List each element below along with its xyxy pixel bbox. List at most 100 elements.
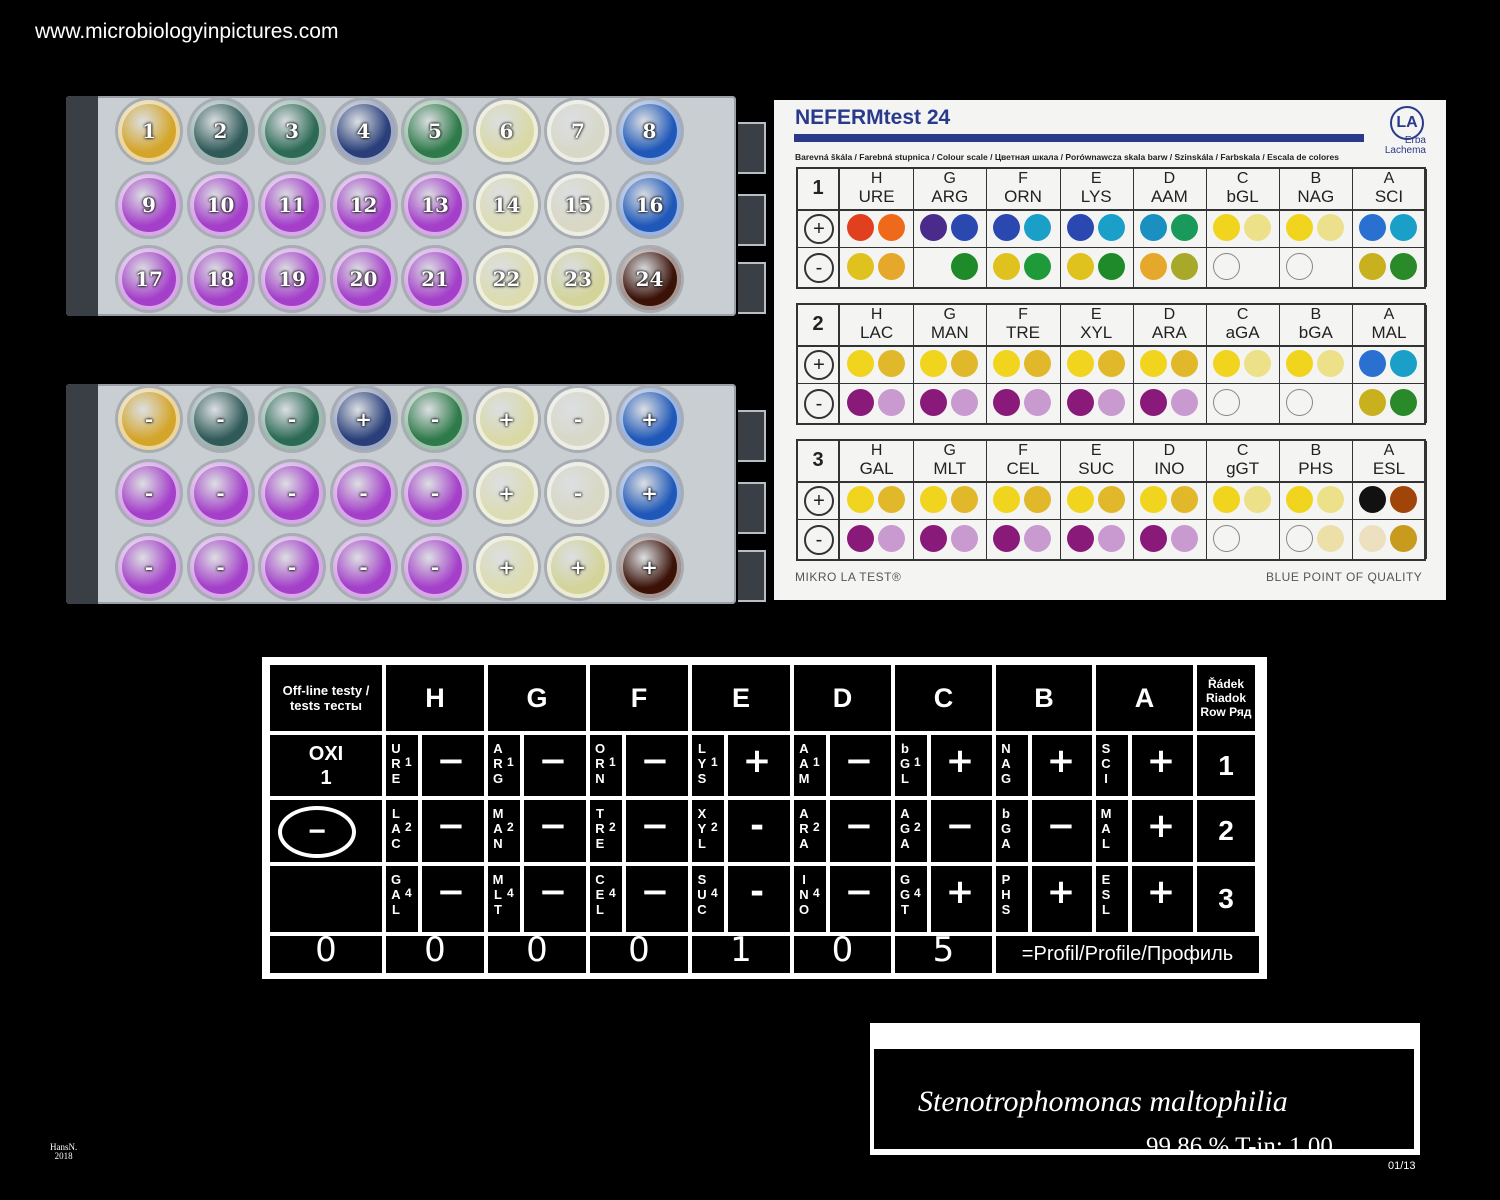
test-result-cell: A R G 1 − — [488, 735, 586, 796]
positive-colour-dot — [1244, 350, 1271, 377]
test-well: - — [547, 388, 609, 450]
test-well: 10 — [189, 174, 252, 236]
colour-test-column: A ESL — [1352, 441, 1427, 559]
well-label: 17 — [135, 267, 163, 291]
well-label: 1 — [142, 119, 156, 143]
test-abbreviation: U R E — [391, 741, 401, 786]
plate-strip — [66, 384, 98, 604]
test-well: - — [118, 462, 180, 524]
test-result-cell: X Y L 2 - — [692, 800, 790, 862]
test-well: 8 — [618, 100, 681, 162]
empty-colour-dot — [1213, 389, 1240, 416]
negative-colour-dot — [1066, 389, 1094, 416]
identified-species: Stenotrophomonas maltophilia — [918, 1085, 1288, 1118]
plate-tabs — [736, 96, 766, 316]
well-label: 13 — [421, 193, 449, 217]
test-abbreviation: L A C — [391, 806, 401, 851]
row-number-cell: 3 — [1197, 866, 1255, 932]
row-number-cell: 2 — [1197, 800, 1255, 862]
well-label: - — [216, 555, 225, 579]
positive-colour-dot — [1097, 214, 1125, 241]
author-signature: HansN. 2018 — [50, 1142, 78, 1161]
handwritten-result: − — [538, 872, 568, 912]
test-row-weight: 4 — [405, 886, 412, 900]
plate-strip — [66, 96, 98, 316]
profile-digit-cell: 0 — [270, 930, 382, 973]
test-letter: A — [1383, 170, 1395, 187]
test-abbreviation: S C I — [1101, 741, 1111, 786]
positive-colour-dot — [951, 350, 979, 377]
test-row-weight: 1 — [711, 755, 718, 769]
test-row-weight: 4 — [813, 886, 820, 900]
test-well: - — [118, 388, 180, 450]
test-result-cell: b G A − — [996, 800, 1092, 862]
colour-test-column: B NAG — [1279, 169, 1354, 287]
positive-colour-dot — [1170, 214, 1198, 241]
positive-colour-dot — [878, 350, 905, 377]
negative-colour-dot — [1170, 389, 1198, 416]
cell-divider — [826, 866, 830, 932]
test-well: 5 — [404, 100, 466, 162]
minus-symbol: - — [804, 525, 834, 555]
negative-colour-dot — [878, 253, 905, 280]
test-row-weight: 1 — [609, 755, 616, 769]
handwritten-result: − — [436, 806, 466, 846]
test-row-weight: 1 — [914, 755, 921, 769]
test-well: - — [261, 462, 323, 524]
test-well: 9 — [118, 174, 180, 236]
well-label: + — [498, 407, 515, 431]
test-letter: F — [1018, 170, 1028, 187]
positive-colour-dot — [1097, 350, 1125, 377]
plate-tabs — [736, 384, 766, 604]
test-result-cell: M L T 4 − — [488, 866, 586, 932]
handwritten-result: − — [945, 806, 975, 846]
negative-colour-dot — [920, 525, 948, 552]
test-abbreviation: M A L — [1100, 806, 1112, 851]
site-url[interactable]: www.microbiologyinpictures.com — [35, 20, 338, 44]
test-result-cell: U R E 1 − — [386, 735, 484, 796]
test-result-cell: G G T 4 + — [895, 866, 992, 932]
well-label: 12 — [349, 193, 378, 217]
profile-digit-cell: 5 — [895, 930, 992, 973]
well-label: 7 — [571, 119, 585, 143]
well-label: 14 — [492, 193, 521, 217]
test-well: - — [404, 536, 466, 598]
test-result-cell: b G L 1 + — [895, 735, 992, 796]
positive-colour-dot — [1317, 350, 1345, 377]
handwritten-result: + — [945, 741, 975, 781]
test-result-cell: M A N 2 − — [488, 800, 586, 862]
empty-colour-dot — [1286, 525, 1314, 552]
profile-digit: 1 — [730, 930, 752, 970]
cell-divider — [724, 866, 728, 932]
minus-symbol: - — [804, 389, 834, 419]
test-abbreviation: bGL — [1226, 187, 1259, 206]
test-abbreviation: TRE — [1005, 323, 1040, 342]
test-well: - — [404, 388, 466, 450]
negative-colour-dot — [1139, 525, 1167, 552]
well-label: - — [287, 481, 297, 505]
test-result-cell: S C I + — [1096, 735, 1193, 796]
test-abbreviation: T R E — [595, 806, 605, 851]
handwritten-result: − — [436, 741, 466, 781]
positive-colour-dot — [847, 350, 874, 377]
test-letter: G — [943, 170, 956, 187]
empty-colour-dot — [1286, 253, 1314, 280]
cell-divider — [622, 735, 626, 796]
profile-label-cell: =Profil/Profile/Профиль — [996, 936, 1259, 973]
well-label: - — [430, 555, 440, 579]
well-label: - — [573, 481, 583, 505]
test-result-cell: I N O 4 − — [794, 866, 891, 932]
test-well: 23 — [547, 248, 609, 310]
erba-lachema-logo-text: Erba Lachema — [1384, 135, 1426, 156]
test-abbreviation: ARA — [1151, 323, 1187, 342]
well-label: - — [287, 407, 297, 431]
well-label: 20 — [349, 267, 378, 291]
test-well: - — [118, 536, 180, 598]
identification-score: 99.86 % T-in: 1.00 — [1146, 1133, 1333, 1160]
colour-scale-section: 3 + - H GAL G MLT F CEL E SUC D INO CgGT B PHS A ESL — [796, 439, 1427, 561]
test-plate-results: - - - + - + - + - - - - - + - + - - - - - + + + — [66, 384, 766, 604]
test-result-cell: O R N 1 − — [590, 735, 688, 796]
row-number-cell: 1 — [1197, 735, 1255, 796]
test-abbreviation: GAL — [859, 459, 894, 478]
cell-divider — [826, 735, 830, 796]
